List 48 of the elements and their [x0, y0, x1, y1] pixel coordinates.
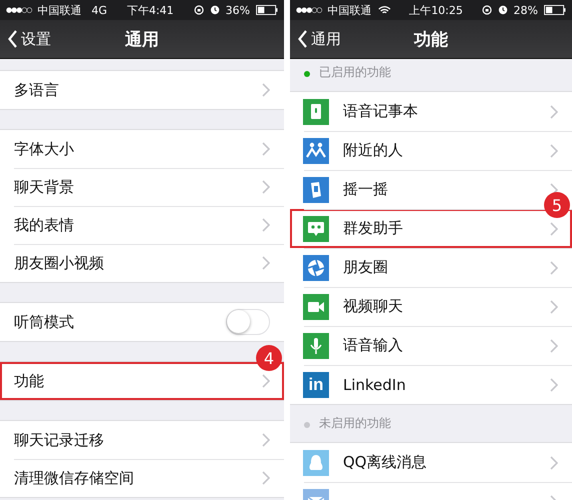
carrier-name: 中国联通: [328, 2, 372, 18]
settings-row[interactable]: 附近的人: [290, 131, 572, 170]
row-label: 字体大小: [14, 140, 75, 158]
settings-row[interactable]: 清理微信存储空间: [0, 459, 284, 497]
row-label: 语音记事本: [343, 102, 419, 121]
carrier-name: 中国联通: [38, 2, 82, 18]
row-label: 清理微信存储空间: [14, 468, 135, 488]
status-time: 下午4:41: [126, 2, 174, 18]
row-label: LinkedIn: [343, 376, 407, 394]
row-label: 聊天记录迁移: [14, 430, 105, 450]
row-label: 视频聊天: [343, 297, 404, 316]
nav-title: 通用: [125, 28, 159, 50]
settings-row[interactable]: 多语言: [0, 71, 284, 109]
row-label: 朋友圈: [343, 258, 389, 277]
settings-row[interactable]: 字体大小: [0, 130, 284, 168]
row-label: 附近的人: [343, 141, 404, 160]
settings-row[interactable]: 聊天背景: [0, 168, 284, 206]
battery-percent: 28%: [514, 4, 538, 16]
row-label: 语音输入: [343, 336, 404, 355]
back-button[interactable]: 通用: [290, 30, 341, 48]
battery-percent: 36%: [226, 4, 250, 16]
row-label: 朋友圈小视频: [14, 254, 105, 272]
row-label: 我的表情: [14, 216, 75, 234]
settings-row[interactable]: 我的表情: [0, 206, 284, 244]
step-badge: 5: [544, 192, 570, 218]
settings-row[interactable]: 语音记事本: [290, 92, 572, 131]
settings-row[interactable]: 语音输入: [290, 326, 572, 365]
settings-row[interactable]: 视频聊天: [290, 287, 572, 326]
row-label: 功能: [14, 372, 45, 390]
settings-row[interactable]: 朋友圈小视频: [0, 244, 284, 282]
status-time: 上午10:25: [409, 2, 463, 18]
nav-title: 功能: [414, 28, 448, 50]
row-label: 聊天背景: [14, 178, 75, 196]
section-header: 已启用的功能: [319, 64, 391, 81]
row-label: 听筒模式: [14, 312, 75, 332]
row-label: 群发助手: [343, 219, 404, 238]
row-label: 摇一摇: [343, 180, 389, 199]
logo-icon: in: [303, 372, 329, 398]
step-badge: 4: [256, 345, 282, 371]
network-type: 4G: [92, 4, 108, 16]
settings-row[interactable]: 朋友圈: [290, 248, 572, 287]
section-header: 未启用的功能: [319, 415, 391, 432]
settings-row[interactable]: 聊天记录迁移: [0, 421, 284, 459]
settings-row[interactable]: 功能: [0, 362, 284, 400]
settings-row[interactable]: in LinkedIn: [290, 365, 572, 404]
row-label: QQ离线消息: [343, 453, 428, 472]
row-label: 多语言: [14, 80, 60, 100]
back-button[interactable]: 设置: [0, 30, 51, 48]
